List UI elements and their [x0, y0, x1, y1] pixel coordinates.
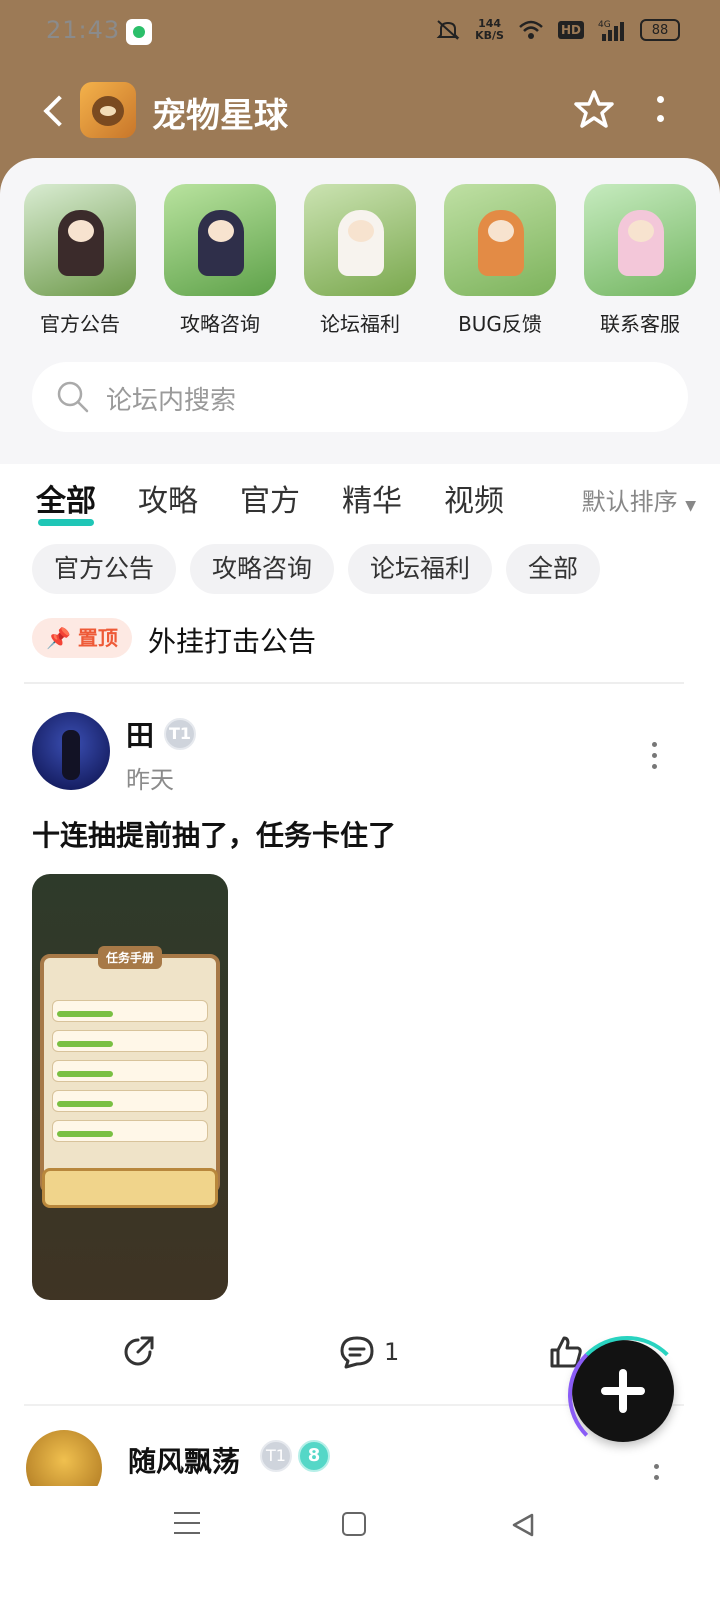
share-icon[interactable] [120, 1334, 156, 1370]
forum-card: 官方公告 攻略咨询 论坛福利 BUG反馈 联系客服 论坛内搜索 [0, 158, 720, 464]
search-placeholder: 论坛内搜索 [106, 386, 237, 416]
pinned-title: 外挂打击公告 [148, 625, 317, 658]
mute-icon [436, 20, 460, 40]
status-time: 21:43 [46, 16, 121, 44]
caret-down-icon: ▼ [685, 498, 696, 514]
battery-indicator: 88 [640, 19, 680, 41]
category-thumbnail [584, 184, 696, 296]
favorite-star-icon[interactable] [570, 86, 618, 134]
category-bug-report[interactable]: BUG反馈 [444, 184, 556, 337]
tab-strategy[interactable]: 攻略 [138, 476, 198, 520]
wifi-icon [519, 20, 543, 39]
post-more-icon[interactable] [648, 742, 660, 769]
divider [24, 682, 684, 684]
level-badge: T1 [164, 718, 196, 750]
category-label: 攻略咨询 [180, 312, 260, 336]
status-bar: 21:43 144 KB/S HD 4G 88 [0, 0, 720, 64]
category-label: 联系客服 [600, 312, 680, 336]
image-reward-bar [42, 1168, 218, 1208]
speed-unit: KB/S [475, 29, 504, 42]
forum-title: 宠物星球 [152, 96, 288, 136]
category-official-announcement[interactable]: 官方公告 [24, 184, 136, 337]
level-badge: T1 [260, 1440, 292, 1472]
pin-icon: 📌 [46, 626, 71, 650]
app-notification-icon [126, 19, 152, 45]
pinned-badge-label: 置顶 [77, 626, 118, 650]
search-icon [57, 381, 89, 413]
post-card[interactable]: 随风飘荡 T1 8 [24, 1422, 704, 1506]
post-more-icon[interactable] [650, 1464, 662, 1491]
category-thumbnail [164, 184, 276, 296]
sort-dropdown[interactable]: 默认排序 ▼ [582, 482, 696, 517]
menu-icon[interactable] [174, 1512, 200, 1538]
forum-logo [80, 82, 136, 138]
tab-official[interactable]: 官方 [240, 476, 300, 520]
forum-search-input[interactable]: 论坛内搜索 [32, 362, 688, 432]
comment-count: 1 [384, 1338, 400, 1366]
chip-strategy[interactable]: 攻略咨询 [190, 544, 335, 594]
tab-all[interactable]: 全部 [36, 476, 96, 526]
category-welfare[interactable]: 论坛福利 [304, 184, 416, 337]
category-customer-service[interactable]: 联系客服 [584, 184, 696, 337]
post-tabs: 全部 攻略 官方 精华 视频 默认排序 ▼ [36, 476, 696, 532]
category-thumbnail [24, 184, 136, 296]
tab-featured[interactable]: 精华 [342, 476, 402, 520]
network-speed: 144 KB/S [475, 18, 504, 42]
filter-chips: 官方公告 攻略咨询 论坛福利 全部 [32, 544, 601, 594]
status-icons: 144 KB/S HD 4G 88 [435, 18, 680, 42]
post-image[interactable]: 任务手册 [32, 874, 228, 1300]
rank-badge: 8 [298, 1440, 330, 1472]
category-strategy[interactable]: 攻略咨询 [164, 184, 276, 337]
hd-icon: HD [557, 21, 584, 39]
post-text: 十连抽提前抽了，任务卡住了 [32, 819, 397, 852]
pinned-post[interactable]: 📌 置顶 外挂打击公告 [32, 618, 688, 664]
comment-icon [340, 1336, 374, 1369]
svg-text:4G: 4G [598, 20, 611, 30]
chip-official-announcement[interactable]: 官方公告 [32, 544, 177, 594]
chip-all[interactable]: 全部 [506, 544, 601, 594]
tab-video[interactable]: 视频 [444, 476, 504, 520]
more-options-button[interactable] [652, 92, 668, 132]
category-label: BUG反馈 [458, 312, 542, 336]
back-triangle-icon[interactable] [510, 1512, 536, 1538]
back-button[interactable] [38, 90, 68, 130]
avatar[interactable] [32, 712, 110, 790]
category-shortcuts: 官方公告 攻略咨询 论坛福利 BUG反馈 联系客服 [24, 184, 696, 337]
plus-icon [601, 1369, 645, 1413]
comment-button[interactable]: 1 [338, 1334, 399, 1374]
signal-icon: 4G [598, 20, 624, 41]
category-label: 官方公告 [40, 312, 120, 336]
category-thumbnail [304, 184, 416, 296]
category-thumbnail [444, 184, 556, 296]
forum-header: 宠物星球 [0, 72, 720, 152]
image-title: 任务手册 [98, 946, 163, 969]
category-label: 论坛福利 [320, 312, 400, 336]
post-username[interactable]: 随风飘荡 [128, 1440, 240, 1480]
home-icon[interactable] [342, 1512, 366, 1536]
post-time: 昨天 [126, 766, 174, 794]
sort-label: 默认排序 [581, 488, 678, 516]
pinned-badge: 📌 置顶 [32, 618, 132, 658]
post-username[interactable]: 田 [126, 714, 154, 754]
system-navigation-bar [0, 1486, 720, 1600]
chip-welfare[interactable]: 论坛福利 [348, 544, 493, 594]
